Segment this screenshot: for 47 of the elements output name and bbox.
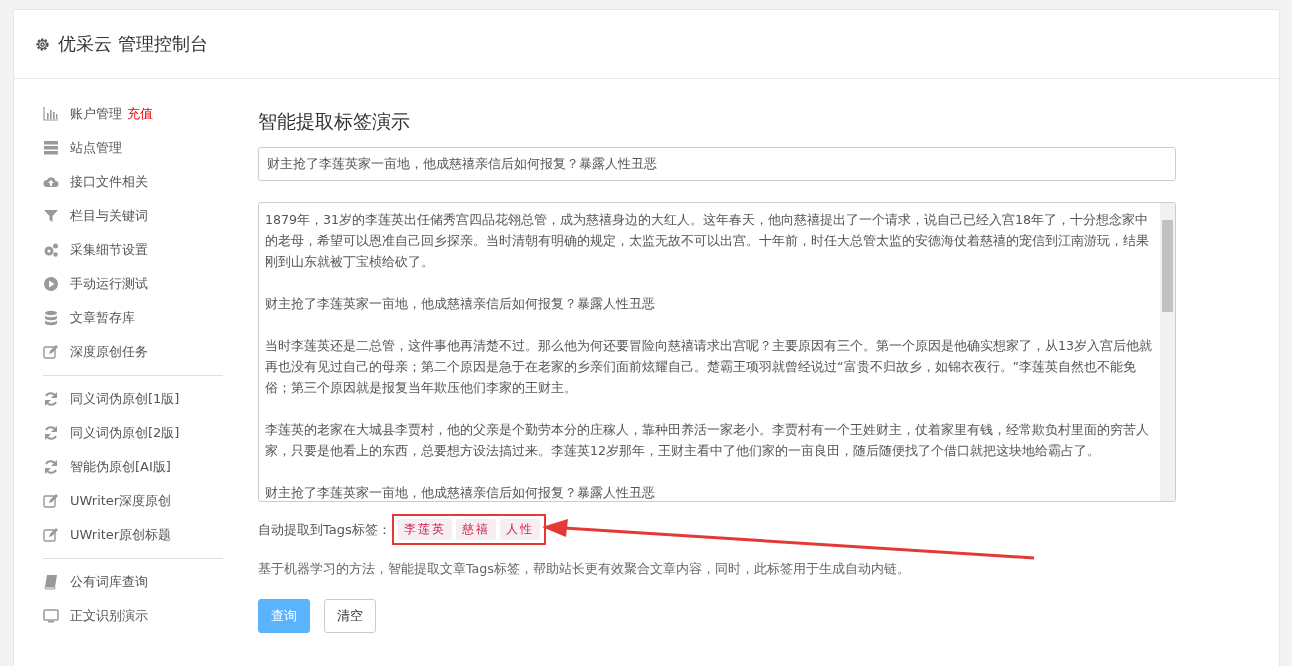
cloud-upload-icon [43,174,59,190]
sidebar-link[interactable]: UWriter深度原创 [70,492,172,510]
sidebar-link[interactable]: 采集细节设置 [70,241,148,259]
refresh-icon [43,391,59,407]
sidebar-link[interactable]: 同义词伪原创[2版] [70,424,180,442]
article-paragraph: 财主抢了李莲英家一亩地，他成慈禧亲信后如何报复？暴露人性丑恶 [265,484,656,501]
refresh-icon [43,459,59,475]
article-paragraph: 当时李莲英还是二总管，这件事他再清楚不过。那么他为何还要冒险向慈禧请求出宫呢？主要原因有三个。第一个原因是他确实想家了，从13岁入宫后他就再也没有见过自己的母亲；第二个原因是急于在老家的乡亲们面前炫耀自己。楚霸王项羽就曾经说过“富贵不归故乡，如锦衣夜行。”李莲英自然也不能免俗；第三个原因就是报复当年欺压他们李家的王财主。 [265,337,1154,397]
sidebar-link[interactable]: 手动运行测试 [70,275,148,293]
title-input-field[interactable]: 财主抢了李莲英家一亩地，他成慈禧亲信后如何报复？暴露人性丑恶 [258,147,1176,181]
tag: 慈禧 [455,519,496,540]
sidebar-link[interactable]: UWriter原创标题 [70,526,172,544]
content-text-area[interactable] [258,202,1176,502]
server-icon [43,140,59,156]
monitor-icon [43,608,59,624]
settings-icon [34,35,51,53]
sidebar-link[interactable]: 深度原创任务 [70,343,148,361]
tag: 李莲英 [397,519,452,540]
sidebar-link[interactable]: 正文识别演示 [70,607,148,625]
description-text: 基于机器学习的方法，智能提取文章Tags标签，帮助站长更有效聚合文章内容，同时，此标签用于生成自动内链。 [258,561,911,578]
refresh-icon [43,425,59,441]
edit-icon [43,344,59,360]
clear-button[interactable]: 清空 [324,599,376,633]
tags-label: 自动提取到Tags标签： [258,520,391,539]
bar-chart-icon [43,106,59,122]
scrollbar[interactable] [1160,203,1175,501]
play-icon [43,276,59,292]
sidebar-link[interactable]: 公有词库查询 [70,573,148,591]
book-icon [43,574,59,590]
sidebar-link[interactable]: 同义词伪原创[1版] [70,390,180,408]
filter-icon [43,208,59,224]
article-paragraph: 财主抢了李莲英家一亩地，他成慈禧亲信后如何报复？暴露人性丑恶 [265,295,656,313]
page-title: 智能提取标签演示 [258,109,411,134]
sidebar-link[interactable]: 智能伪原创[AI版] [70,458,171,476]
article-paragraph: 李莲英的老家在大城县李贾村，他的父亲是个勤劳本分的庄稼人，靠种田养活一家老小。李贾村有一个王姓财主，仗着家里有钱，经常欺负村里面的穷苦人家，只要是他看上的东西，总要想方设法搞过来。李莲英12岁那年，王财主看中了他们家的一亩良田，随后随便找了个借口就把这块地给霸占了。 [265,421,1150,460]
console-title: 优采云 管理控制台 [58,32,208,56]
sidebar-link[interactable]: 文章暂存库 [70,309,135,327]
sidebar-link[interactable]: 栏目与关键词 [70,207,148,225]
sidebar-link[interactable]: 账户管理 [70,105,122,123]
recharge-link[interactable]: 充值 [127,105,153,123]
article-paragraph: 1879年，31岁的李莲英出任储秀宫四品花翎总管，成为慈禧身边的大红人。这年春天，他向慈禧提出了一个请求，说自己已经入宫18年了，十分想念家中的老母，希望可以恩准自己回乡探亲。当时清朝有明确的规定，太监无故不可以出宫。十年前，时任大总管太监的安德海仗着慈禧的宠信到江南游玩，结果刚到山东就被丁宝桢给砍了。 [265,211,1150,271]
database-icon [43,310,59,326]
tag: 人性 [499,519,540,540]
sidebar-link[interactable]: 接口文件相关 [70,173,148,191]
edit-icon [43,493,59,509]
edit-icon [43,527,59,543]
sidebar-link[interactable]: 站点管理 [70,139,122,157]
